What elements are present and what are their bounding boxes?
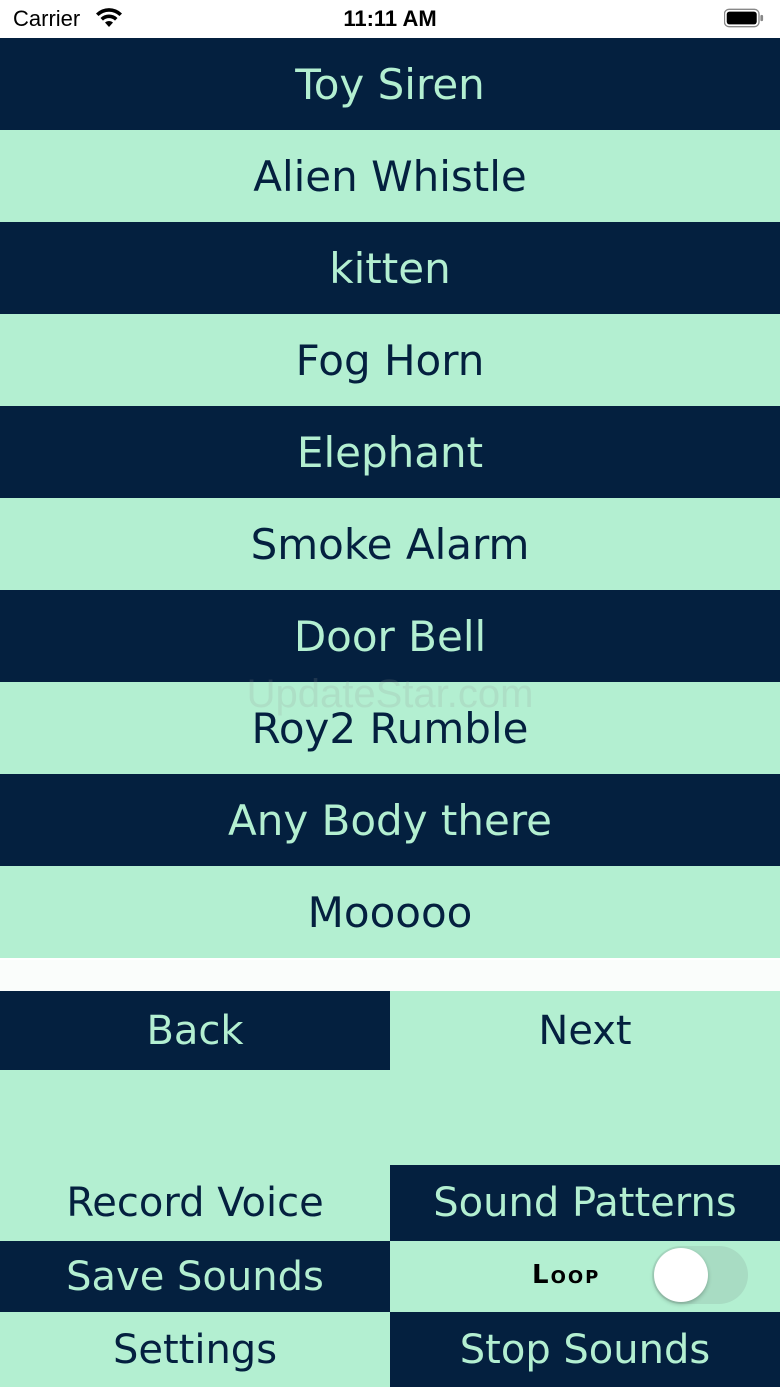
sound-item[interactable]: Toy Siren — [0, 38, 780, 130]
settings-button[interactable]: Settings — [0, 1312, 390, 1387]
sound-item[interactable]: Any Body there — [0, 774, 780, 866]
sound-item[interactable]: Alien Whistle — [0, 130, 780, 222]
loop-toggle[interactable] — [652, 1246, 748, 1304]
sound-item[interactable]: Mooooo — [0, 866, 780, 958]
next-button[interactable]: Next — [390, 991, 780, 1070]
stop-sounds-button[interactable]: Stop Sounds — [390, 1312, 780, 1387]
toggle-knob — [654, 1248, 708, 1302]
spacer-panel — [0, 1070, 780, 1165]
sound-item[interactable]: kitten — [0, 222, 780, 314]
battery-icon — [724, 8, 764, 28]
sound-item[interactable]: Roy2 Rumble — [0, 682, 780, 774]
save-sounds-button[interactable]: Save Sounds — [0, 1241, 390, 1312]
sound-item[interactable]: Door Bell — [0, 590, 780, 682]
sound-item[interactable]: Elephant — [0, 406, 780, 498]
spacer — [0, 960, 780, 991]
back-button[interactable]: Back — [0, 991, 390, 1070]
sound-item[interactable]: Fog Horn — [0, 314, 780, 406]
status-bar: Carrier 11:11 AM — [0, 0, 780, 38]
loop-label: Loop — [532, 1260, 601, 1290]
record-voice-button[interactable]: Record Voice — [0, 1165, 390, 1241]
sound-item[interactable]: Smoke Alarm — [0, 498, 780, 590]
sound-patterns-button[interactable]: Sound Patterns — [390, 1165, 780, 1241]
sound-list: Toy Siren Alien Whistle kitten Fog Horn … — [0, 38, 780, 958]
clock-label: 11:11 AM — [343, 6, 437, 31]
